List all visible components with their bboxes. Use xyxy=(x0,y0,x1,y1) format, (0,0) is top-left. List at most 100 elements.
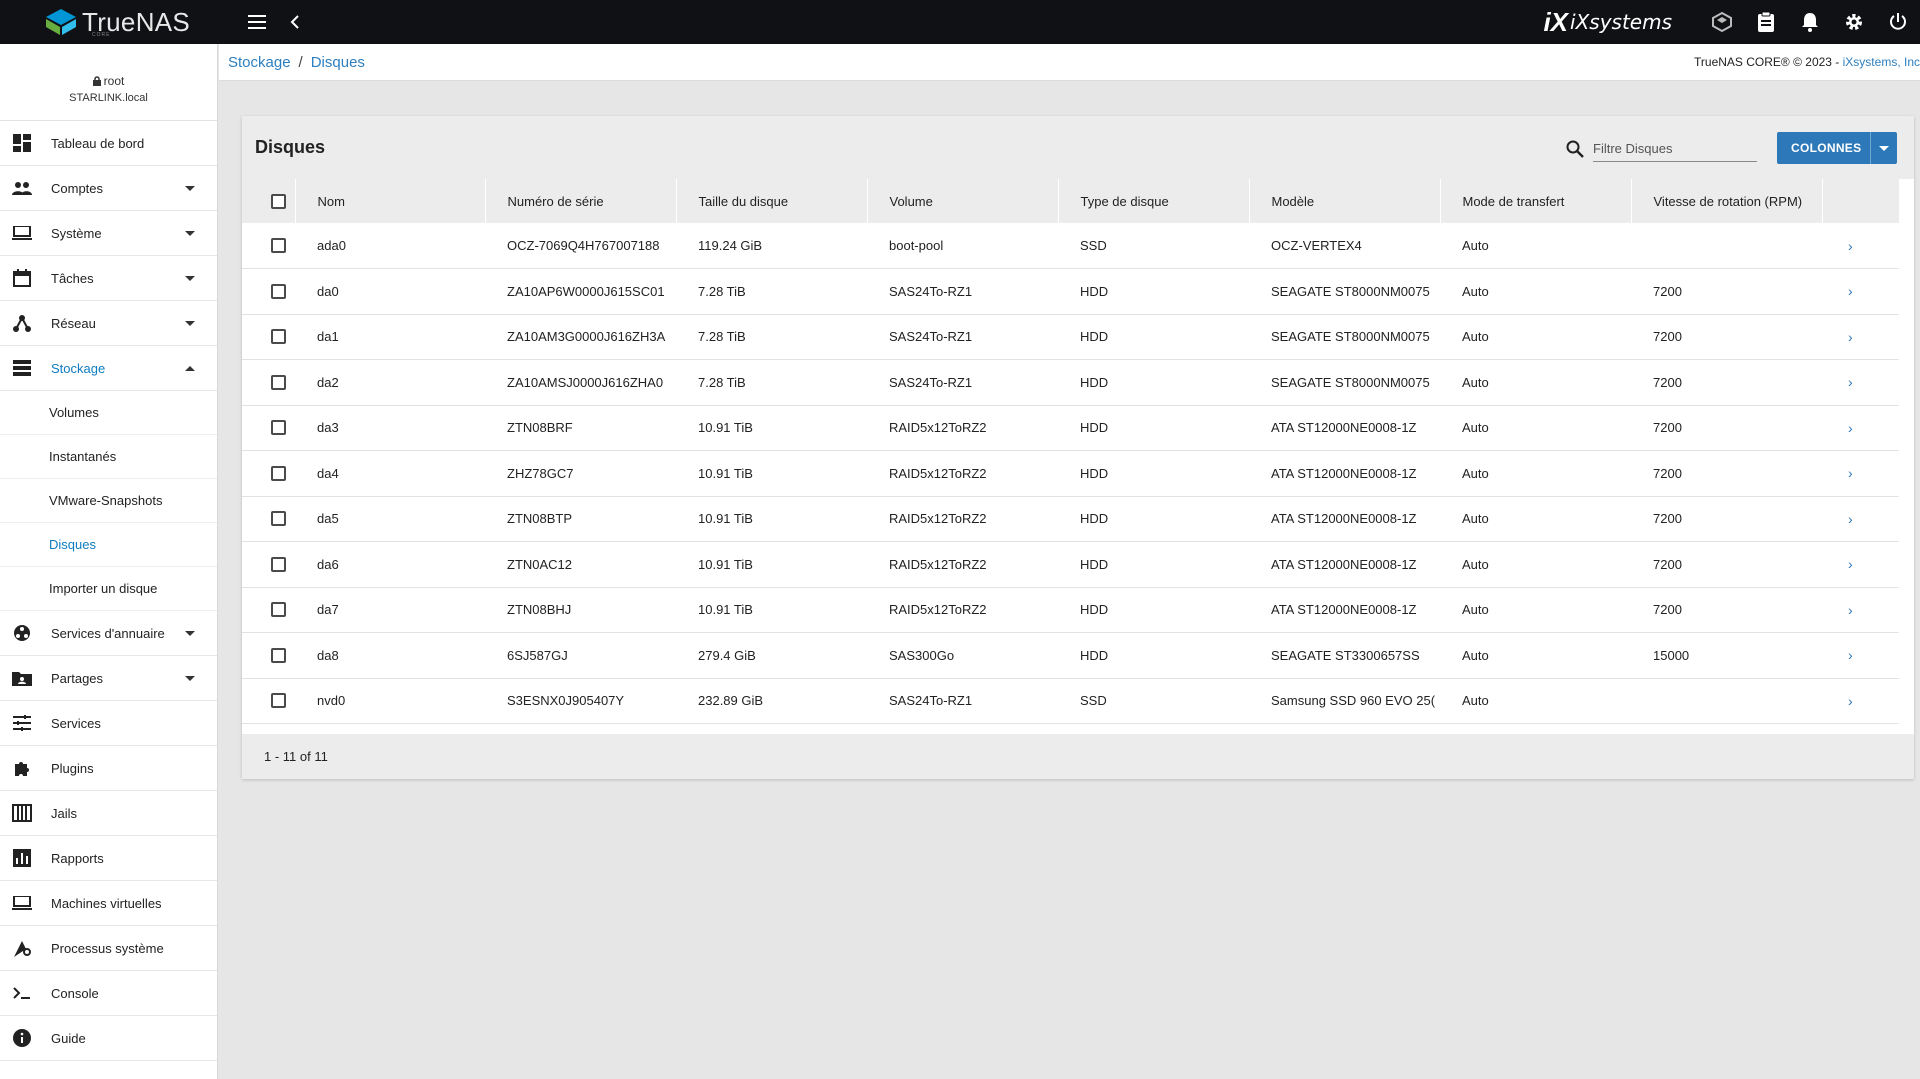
table-row[interactable]: ada0 OCZ-7069Q4H767007188 119.24 GiB boot-p… xyxy=(242,223,1899,269)
sidebar-subitem-snapshots[interactable]: Instantanés xyxy=(0,435,217,479)
expand-row-chevron-icon[interactable]: › xyxy=(1822,451,1899,497)
row-checkbox[interactable] xyxy=(271,693,286,709)
sidebar-item-jails[interactable]: Jails xyxy=(0,791,217,836)
row-checkbox[interactable] xyxy=(271,511,286,527)
table-row[interactable]: da5 ZTN08BTP 10.91 TiB RAID5x12ToRZ2 HDD ATA … xyxy=(242,496,1899,542)
filter-input[interactable] xyxy=(1593,136,1757,162)
table-row[interactable]: da7 ZTN08BHJ 10.91 TiB RAID5x12ToRZ2 HDD ATA … xyxy=(242,587,1899,633)
table-cell: da1 xyxy=(317,329,339,345)
row-checkbox[interactable] xyxy=(271,420,286,436)
sidebar-item-system-processes[interactable]: Processus système xyxy=(0,926,217,971)
sidebar-item-shares[interactable]: Partages xyxy=(0,656,217,701)
truenas-logo[interactable]: TrueNAS CORE xyxy=(44,7,219,38)
column-header[interactable]: Modèle xyxy=(1249,179,1441,223)
column-header[interactable]: Volume xyxy=(867,179,1059,223)
sidebar-item-plugins[interactable]: Plugins xyxy=(0,746,217,791)
table-row[interactable]: da2 ZA10AMSJ0000J616ZHA0 7.28 TiB SAS24To-R… xyxy=(242,360,1899,406)
expand-row-chevron-icon[interactable]: › xyxy=(1822,678,1899,724)
power-button[interactable] xyxy=(1876,0,1920,44)
table-cell: OCZ-VERTEX4 xyxy=(1271,238,1362,253)
sidebar-subitem-volumes[interactable]: Volumes xyxy=(0,391,217,435)
sidebar-item-console[interactable]: Console xyxy=(0,971,217,1016)
ixsystems-link[interactable]: iXsystems, Inc xyxy=(1843,55,1920,69)
row-select-cell xyxy=(242,678,295,724)
notifications-button[interactable] xyxy=(1788,0,1832,44)
expand-row-chevron-icon[interactable]: › xyxy=(1822,587,1899,633)
sidebar-subitem-vmware-snapshots[interactable]: VMware-Snapshots xyxy=(0,479,217,523)
row-checkbox[interactable] xyxy=(271,238,286,253)
table-row[interactable]: nvd0 S3ESNX0J905407Y 232.89 GiB SAS24To-RZ1… xyxy=(242,678,1899,724)
row-checkbox[interactable] xyxy=(271,465,286,481)
expand-row-chevron-icon[interactable]: › xyxy=(1822,360,1899,406)
ixsystems-logo[interactable]: iX iXsystems xyxy=(1543,7,1672,38)
table-cell: HDD xyxy=(1080,420,1109,436)
column-header[interactable]: Taille du disque xyxy=(676,179,868,223)
table-row[interactable]: da8 6SJ587GJ 279.4 GiB SAS300Go HDD SEAGATE S… xyxy=(242,633,1899,679)
columns-button-label: COLONNES xyxy=(1791,141,1862,155)
table-cell: Auto xyxy=(1462,238,1489,253)
table-footer: 1 - 11 of 11 xyxy=(242,734,1914,779)
table-row[interactable]: da6 ZTN0AC12 10.91 TiB RAID5x12ToRZ2 HDD ATA … xyxy=(242,542,1899,588)
menu-toggle-button[interactable] xyxy=(239,4,275,40)
caret-down-icon xyxy=(185,631,195,636)
caret-down-icon[interactable] xyxy=(1879,146,1889,151)
row-checkbox[interactable] xyxy=(271,556,286,572)
column-header[interactable]: Nom xyxy=(295,179,486,223)
settings-button[interactable] xyxy=(1832,0,1876,44)
table-cell: ZTN08BRF xyxy=(507,420,573,436)
sidebar-item-reports[interactable]: Rapports xyxy=(0,836,217,881)
row-select-cell xyxy=(242,587,295,633)
sidebar-item-system[interactable]: Système xyxy=(0,211,217,256)
table-cell: HDD xyxy=(1080,511,1109,527)
sidebar-item-tasks[interactable]: Tâches xyxy=(0,256,217,301)
collapse-button[interactable] xyxy=(277,4,313,40)
table-cell: ATA ST12000NE0008-1Z xyxy=(1271,465,1417,481)
table-row[interactable]: da4 ZHZ78GC7 10.91 TiB RAID5x12ToRZ2 HDD ATA … xyxy=(242,451,1899,497)
row-checkbox[interactable] xyxy=(271,374,286,390)
expand-row-chevron-icon[interactable]: › xyxy=(1822,269,1899,315)
table-row[interactable]: da3 ZTN08BRF 10.91 TiB RAID5x12ToRZ2 HDD ATA … xyxy=(242,405,1899,451)
select-all-checkbox[interactable] xyxy=(271,193,286,209)
expand-row-chevron-icon[interactable]: › xyxy=(1822,496,1899,542)
row-checkbox[interactable] xyxy=(271,602,286,618)
column-header[interactable]: Mode de transfert xyxy=(1440,179,1632,223)
table-cell: da8 xyxy=(317,647,339,663)
sidebar-item-services[interactable]: Services xyxy=(0,701,217,746)
row-checkbox[interactable] xyxy=(271,329,286,345)
table-cell: SSD xyxy=(1080,238,1107,253)
sidebar-subitem-import-disk[interactable]: Importer un disque xyxy=(0,567,217,611)
sidebar-subitem-disks[interactable]: Disques xyxy=(0,523,217,567)
expand-row-chevron-icon[interactable]: › xyxy=(1822,223,1899,269)
sidebar-item-accounts[interactable]: Comptes xyxy=(0,166,217,211)
truecommand-button[interactable] xyxy=(1700,0,1744,44)
task-manager-button[interactable] xyxy=(1744,0,1788,44)
expand-row-chevron-icon[interactable]: › xyxy=(1822,405,1899,451)
breadcrumb-storage-link[interactable]: Stockage xyxy=(228,54,291,71)
table-cell: da5 xyxy=(317,511,339,527)
column-header[interactable]: Numéro de série xyxy=(485,179,677,223)
table-cell: da3 xyxy=(317,420,339,436)
sidebar-item-virtual-machines[interactable]: Machines virtuelles xyxy=(0,881,217,926)
expand-row-chevron-icon[interactable]: › xyxy=(1822,633,1899,679)
table-cell: HDD xyxy=(1080,465,1109,481)
sidebar-item-dashboard[interactable]: Tableau de bord xyxy=(0,121,217,166)
expand-row-chevron-icon[interactable]: › xyxy=(1822,314,1899,360)
sidebar-item-storage[interactable]: Stockage xyxy=(0,346,217,391)
table-cell: ZTN08BTP xyxy=(507,511,573,527)
row-checkbox[interactable] xyxy=(271,647,286,663)
sidebar-item-guide[interactable]: Guide xyxy=(0,1016,217,1061)
copyright-text: TrueNAS CORE® © 2023 - xyxy=(1694,55,1843,69)
sidebar-item-network[interactable]: Réseau xyxy=(0,301,217,346)
sidebar: root STARLINK.local Tableau de bord Comp… xyxy=(0,44,218,1079)
column-header[interactable]: Vitesse de rotation (RPM) xyxy=(1631,179,1823,223)
table-cell: ATA ST12000NE0008-1Z xyxy=(1271,420,1417,436)
row-checkbox[interactable] xyxy=(271,283,286,299)
username: root xyxy=(103,74,125,88)
column-header[interactable]: Type de disque xyxy=(1058,179,1250,223)
breadcrumb-disks-link[interactable]: Disques xyxy=(311,54,365,71)
table-row[interactable]: da1 ZA10AM3G0000J616ZH3A 7.28 TiB SAS24To-R… xyxy=(242,314,1899,360)
sidebar-item-directory-services[interactable]: Services d'annuaire xyxy=(0,611,217,656)
expand-row-chevron-icon[interactable]: › xyxy=(1822,542,1899,588)
table-row[interactable]: da0 ZA10AP6W0000J615SC01 7.28 TiB SAS24To-R… xyxy=(242,269,1899,315)
columns-button[interactable]: COLONNES xyxy=(1777,132,1897,164)
